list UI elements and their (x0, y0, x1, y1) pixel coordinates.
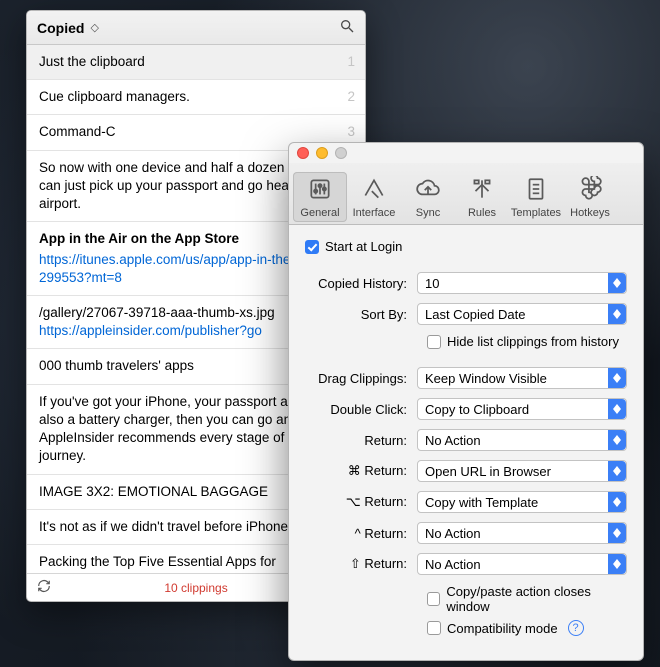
tab-rules[interactable]: Rules (455, 172, 509, 222)
compat-mode-label: Compatibility mode (447, 621, 558, 636)
tab-label: Sync (416, 207, 440, 219)
clip-text: Just the clipboard (39, 53, 353, 71)
search-icon[interactable] (339, 18, 355, 37)
double-click-label: Double Click: (305, 402, 417, 417)
general-icon (307, 176, 333, 205)
tab-label: Templates (511, 207, 561, 219)
tab-label: Hotkeys (570, 207, 610, 219)
help-icon[interactable]: ? (568, 620, 584, 636)
tab-hotkeys[interactable]: Hotkeys (563, 172, 617, 222)
return-select[interactable]: No Action (417, 429, 627, 451)
sort-by-select[interactable]: Last Copied Date (417, 303, 627, 325)
shift-return-label: ⇧ Return: (305, 556, 417, 572)
sort-indicator-icon[interactable]: ◇ (90, 21, 98, 34)
shift-return-select[interactable]: No Action (417, 553, 627, 575)
tab-label: General (300, 207, 339, 219)
compat-mode-checkbox[interactable] (427, 621, 441, 635)
cmd-return-label: ⌘ Return: (305, 463, 417, 479)
ctrl-return-label: ^ Return: (305, 526, 417, 541)
hide-list-row: Hide list clippings from history (427, 334, 627, 349)
clipboard-header: Copied ◇ (27, 11, 365, 45)
sync-icon (415, 176, 441, 205)
rules-icon (469, 176, 495, 205)
templates-icon (523, 176, 549, 205)
tab-interface[interactable]: Interface (347, 172, 401, 222)
clip-index: 3 (347, 123, 355, 141)
list-item[interactable]: Cue clipboard managers.2 (27, 80, 365, 115)
double-click-select[interactable]: Copy to Clipboard (417, 398, 627, 420)
preferences-toolbar: General Interface Sync Rules Templates Hotkey… (289, 163, 643, 225)
clip-text: Cue clipboard managers. (39, 88, 353, 106)
minimize-icon[interactable] (316, 147, 328, 159)
opt-return-label: ⌥ Return: (305, 494, 417, 510)
ctrl-return-select[interactable]: No Action (417, 522, 627, 544)
tab-sync[interactable]: Sync (401, 172, 455, 222)
copied-history-select[interactable]: 10 (417, 272, 627, 294)
drag-clippings-label: Drag Clippings: (305, 371, 417, 386)
clip-index: 2 (347, 88, 355, 106)
copy-paste-closes-checkbox[interactable] (427, 592, 440, 606)
preferences-window: General Interface Sync Rules Templates Hotkey… (288, 142, 644, 661)
copied-history-label: Copied History: (305, 276, 417, 291)
preferences-body: Start at Login Copied History: 10 Sort B… (289, 225, 643, 660)
clip-index: 1 (347, 53, 355, 71)
tab-general[interactable]: General (293, 172, 347, 222)
list-item[interactable]: Just the clipboard1 (27, 45, 365, 80)
drag-clippings-select[interactable]: Keep Window Visible (417, 367, 627, 389)
start-at-login-label: Start at Login (325, 239, 402, 254)
hide-list-checkbox[interactable] (427, 335, 441, 349)
sort-by-label: Sort By: (305, 307, 417, 322)
clipboard-title[interactable]: Copied (37, 20, 84, 36)
opt-return-select[interactable]: Copy with Template (417, 491, 627, 513)
start-at-login-checkbox[interactable] (305, 240, 319, 254)
titlebar (289, 143, 643, 163)
clip-text: Command-C (39, 123, 353, 141)
zoom-icon[interactable] (335, 147, 347, 159)
traffic-lights (297, 147, 347, 159)
refresh-icon[interactable] (37, 579, 51, 596)
close-icon[interactable] (297, 147, 309, 159)
start-at-login-row: Start at Login (305, 239, 627, 254)
tab-label: Interface (353, 207, 396, 219)
tab-templates[interactable]: Templates (509, 172, 563, 222)
compat-mode-row: Compatibility mode ? (427, 620, 627, 636)
hotkeys-icon (577, 176, 603, 205)
return-label: Return: (305, 433, 417, 448)
copy-paste-closes-row: Copy/paste action closes window (427, 584, 627, 614)
interface-icon (361, 176, 387, 205)
cmd-return-select[interactable]: Open URL in Browser (417, 460, 627, 482)
tab-label: Rules (468, 207, 496, 219)
copy-paste-closes-label: Copy/paste action closes window (446, 584, 627, 614)
hide-list-label: Hide list clippings from history (447, 334, 619, 349)
